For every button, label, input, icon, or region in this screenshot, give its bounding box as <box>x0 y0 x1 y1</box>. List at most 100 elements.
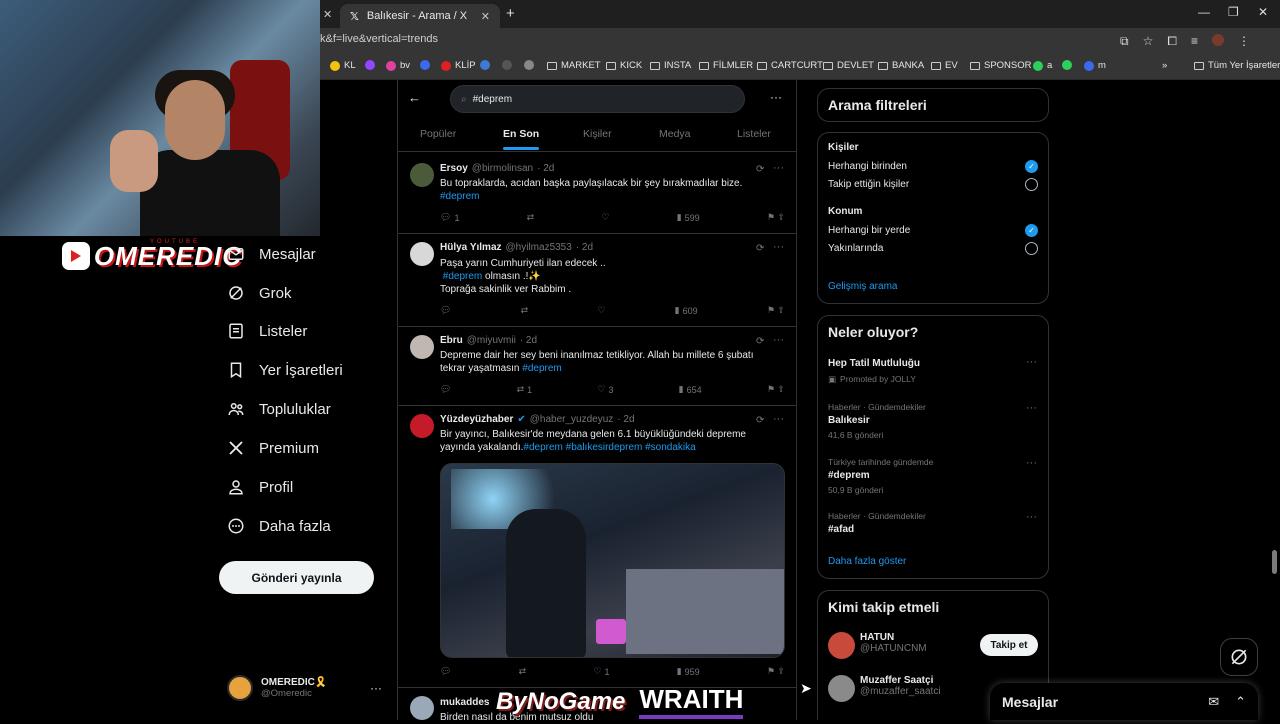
trend-name[interactable]: #deprem <box>828 470 870 481</box>
grok-fab-button[interactable] <box>1220 638 1258 676</box>
like-button[interactable]: ♡ <box>601 212 609 223</box>
retweet-button[interactable]: ⇄ <box>519 666 527 677</box>
filter-option[interactable]: Yakınlarında <box>828 243 883 254</box>
grok-explain-icon[interactable]: ⟳ <box>756 336 764 347</box>
extensions-icon[interactable]: ⧠ <box>1167 34 1177 49</box>
tweet-avatar[interactable] <box>410 335 434 359</box>
tab-media[interactable]: Medya <box>659 128 691 140</box>
nav-premium[interactable]: Premium <box>227 439 319 457</box>
bookmark-folder[interactable]: FİLMLER <box>699 60 753 71</box>
reply-button[interactable]: 💬︎ <box>440 666 451 677</box>
bookmark-item[interactable] <box>420 60 430 70</box>
bookmark-button[interactable]: ⚑ ⇪ <box>767 384 785 395</box>
tweet-avatar[interactable] <box>410 242 434 266</box>
nav-messages[interactable]: Mesajlar <box>227 245 316 263</box>
account-more-icon[interactable]: ··· <box>370 681 382 695</box>
user-avatar[interactable] <box>828 675 855 702</box>
trend-more-icon[interactable]: ··· <box>1026 511 1037 523</box>
nav-grok[interactable]: Grok <box>227 284 292 302</box>
nav-more[interactable]: Daha fazla <box>227 517 331 535</box>
like-button[interactable]: ♡ <box>597 305 605 316</box>
trend-name[interactable]: Balıkesir <box>828 415 870 426</box>
views-button[interactable]: ▮ 959 <box>677 666 700 677</box>
reply-button[interactable]: 💬︎ 1 <box>440 212 459 223</box>
close-tab-icon[interactable]: ✕ <box>481 10 490 23</box>
bookmark-item[interactable]: a <box>1033 60 1052 71</box>
post-button[interactable]: Gönderi yayınla <box>219 561 374 594</box>
nav-communities[interactable]: Topluluklar <box>227 400 331 418</box>
tweet-more-icon[interactable]: ··· <box>773 413 784 425</box>
views-button[interactable]: ▮ 599 <box>677 212 700 223</box>
bookmark-button[interactable]: ⚑ ⇪ <box>767 305 785 316</box>
bookmark-folder[interactable]: CARTCURT <box>757 60 823 71</box>
new-message-icon[interactable]: ✉ <box>1208 694 1219 710</box>
restore-icon[interactable]: ❐ <box>1228 5 1239 19</box>
bookmark-item[interactable]: KLİP <box>441 60 476 71</box>
nav-bookmarks[interactable]: Yer İşaretleri <box>227 361 343 379</box>
url-field[interactable]: k&f=live&vertical=trends <box>320 33 438 45</box>
cast-icon[interactable]: ⧉ <box>1120 34 1129 49</box>
media-icon[interactable]: ≡ <box>1191 34 1198 49</box>
tab-latest[interactable]: En Son <box>503 128 539 140</box>
bookmarks-overflow-icon[interactable]: » <box>1162 60 1167 71</box>
menu-icon[interactable]: ⋮ <box>1238 34 1250 49</box>
retweet-button[interactable]: ⇄ <box>521 305 529 316</box>
browser-tab-active[interactable]: 𝕏 Balıkesir - Arama / X ✕ <box>340 4 500 28</box>
radio-icon[interactable] <box>1025 178 1038 191</box>
tweet-video[interactable] <box>440 463 785 658</box>
tab-people[interactable]: Kişiler <box>583 128 612 140</box>
checked-radio-icon[interactable]: ✓ <box>1025 160 1038 173</box>
bookmark-item[interactable] <box>480 60 490 70</box>
bookmark-item[interactable]: bv <box>386 60 410 71</box>
scrollbar-thumb[interactable] <box>1272 550 1277 574</box>
all-bookmarks-folder[interactable]: Tüm Yer İşaretleri <box>1194 60 1280 71</box>
trend-more-icon[interactable]: ··· <box>1026 402 1037 414</box>
views-button[interactable]: ▮ 609 <box>675 305 698 316</box>
search-more-icon[interactable]: ··· <box>770 90 782 104</box>
bookmark-item[interactable] <box>365 60 375 70</box>
nav-profile[interactable]: Profil <box>227 478 293 496</box>
bookmark-folder[interactable]: INSTA <box>650 60 691 71</box>
bookmark-folder[interactable]: BANKA <box>878 60 924 71</box>
advanced-search-link[interactable]: Gelişmiş arama <box>828 281 897 292</box>
tab-popular[interactable]: Popüler <box>420 128 456 140</box>
close-window-icon[interactable]: ✕ <box>1258 5 1268 19</box>
radio-icon[interactable] <box>1025 242 1038 255</box>
tweet-avatar[interactable] <box>410 163 434 187</box>
filter-option[interactable]: Herhangi bir yerde <box>828 225 910 236</box>
suggested-user[interactable]: HATUN @HATUNCNM <box>860 632 927 654</box>
bookmark-folder[interactable]: SPONSOR <box>970 60 1032 71</box>
grok-explain-icon[interactable]: ⟳ <box>756 164 764 175</box>
bookmark-item[interactable] <box>1062 60 1072 70</box>
bookmark-button[interactable]: ⚑ ⇪ <box>767 212 785 223</box>
checked-radio-icon[interactable]: ✓ <box>1025 224 1038 237</box>
tweet-more-icon[interactable]: ··· <box>773 334 784 346</box>
trend-name[interactable]: Hep Tatil Mutluluğu <box>828 358 920 369</box>
views-button[interactable]: ▮ 654 <box>679 384 702 395</box>
profile-avatar[interactable] <box>1211 34 1224 46</box>
bookmark-item[interactable]: m <box>1084 60 1106 71</box>
tweet-avatar[interactable] <box>410 414 434 438</box>
back-arrow-icon[interactable]: ← <box>408 90 421 105</box>
retweet-button[interactable]: ⇄ <box>527 212 535 223</box>
like-button[interactable]: ♡ 3 <box>597 384 613 395</box>
user-avatar[interactable] <box>828 632 855 659</box>
tweet-more-icon[interactable]: ··· <box>773 162 784 174</box>
reply-button[interactable]: 💬︎ <box>440 384 451 395</box>
reply-button[interactable]: 💬︎ <box>440 305 451 316</box>
minimize-icon[interactable]: — <box>1198 5 1210 19</box>
tab-lists[interactable]: Listeler <box>737 128 771 140</box>
bookmark-button[interactable]: ⚑ ⇪ <box>767 666 785 677</box>
trend-more-icon[interactable]: ··· <box>1026 457 1037 469</box>
show-more-link[interactable]: Daha fazla göster <box>828 556 906 567</box>
filter-option[interactable]: Herhangi birinden <box>828 161 907 172</box>
tweet-more-icon[interactable]: ··· <box>773 241 784 253</box>
bookmark-folder[interactable]: KICK <box>606 60 642 71</box>
expand-icon[interactable]: ⌃ <box>1235 694 1246 710</box>
bookmark-folder[interactable]: DEVLET <box>823 60 874 71</box>
suggested-user[interactable]: Muzaffer Saatçi @muzaffer_saatci <box>860 675 941 697</box>
bookmark-folder[interactable]: MARKET <box>547 60 601 71</box>
bookmark-item[interactable] <box>524 60 534 70</box>
bookmark-item[interactable] <box>502 60 512 70</box>
retweet-button[interactable]: ⇄ 1 <box>517 384 533 395</box>
